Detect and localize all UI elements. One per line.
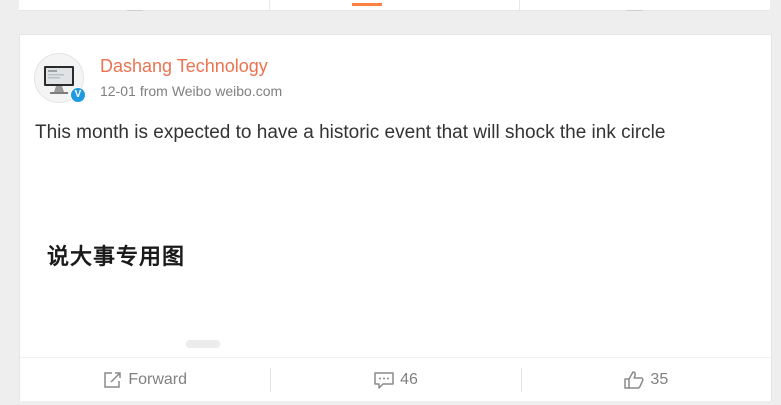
comment-count: 46	[400, 371, 418, 388]
forward-label: Forward	[128, 371, 187, 388]
post-action-bar: Forward 46 35	[20, 357, 771, 402]
post-meta: 12-01 from Weibo weibo.com	[100, 83, 286, 99]
weibo-post-card: V Dashang Technology 12-01 from Weibo weibo…	[19, 34, 772, 401]
image-watermark	[186, 340, 220, 348]
like-button[interactable]: 35	[520, 358, 771, 402]
source-site[interactable]: weibo.com	[215, 83, 282, 99]
author-avatar-wrap[interactable]: V	[34, 53, 86, 103]
post-date[interactable]: 12-01	[100, 83, 136, 99]
divider	[519, 0, 520, 10]
divider	[269, 0, 270, 10]
author-name[interactable]: Dashang Technology	[100, 56, 268, 77]
verified-icon: V	[70, 87, 86, 103]
source-app[interactable]: Weibo	[172, 83, 211, 99]
comment-icon	[374, 372, 394, 389]
forward-button[interactable]: Forward	[20, 358, 270, 402]
post-image[interactable]: 说大事专用图	[34, 233, 220, 351]
previous-forward-icon[interactable]	[127, 4, 143, 11]
comment-button[interactable]: 46	[270, 358, 520, 402]
like-count: 35	[650, 371, 669, 388]
image-caption: 说大事专用图	[47, 245, 186, 270]
previous-post-action-bar	[19, 0, 770, 11]
forward-icon	[104, 372, 122, 388]
source-prefix: from	[139, 83, 168, 99]
like-icon	[624, 371, 644, 389]
previous-like-icon[interactable]	[627, 4, 643, 11]
post-text: This month is expected to have a histori…	[35, 122, 666, 143]
active-tab-indicator	[352, 3, 382, 6]
